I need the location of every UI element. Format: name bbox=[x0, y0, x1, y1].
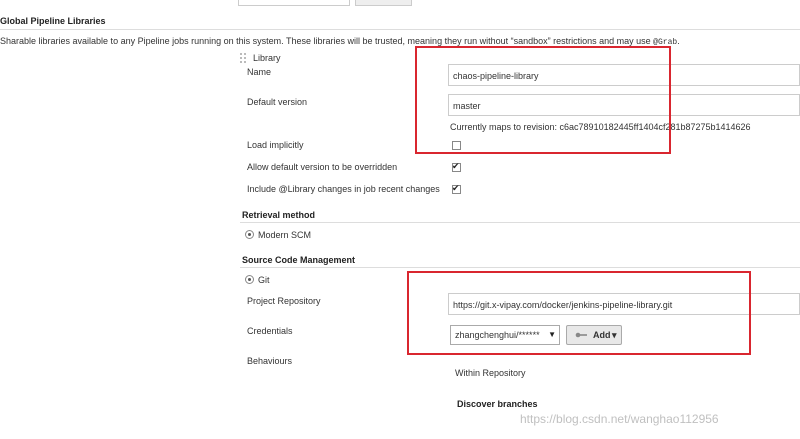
checkmark-icon: ✔ bbox=[452, 183, 460, 193]
behaviours-label: Behaviours bbox=[247, 356, 293, 366]
retrieval-divider bbox=[240, 222, 800, 223]
include-changes-label: Include @Library changes in job recent c… bbox=[247, 184, 440, 194]
modern-scm-radio[interactable] bbox=[245, 230, 254, 239]
checkmark-icon: ✔ bbox=[452, 161, 460, 171]
git-radio[interactable] bbox=[245, 275, 254, 284]
library-header: Library bbox=[253, 53, 281, 63]
credentials-label: Credentials bbox=[247, 326, 293, 336]
scm-divider bbox=[240, 267, 800, 268]
include-changes-checkbox[interactable]: ✔ bbox=[452, 183, 461, 194]
radio-dot-icon bbox=[248, 278, 251, 281]
retrieval-method-heading: Retrieval method bbox=[242, 210, 316, 220]
discover-branches-label: Discover branches bbox=[457, 399, 538, 409]
allow-override-label: Allow default version to be overridden bbox=[247, 162, 398, 172]
highlight-box-repository bbox=[407, 271, 751, 355]
allow-override-checkbox[interactable]: ✔ bbox=[452, 161, 461, 172]
section-title: Global Pipeline Libraries bbox=[0, 16, 106, 26]
load-implicitly-label: Load implicitly bbox=[247, 140, 304, 150]
top-field[interactable] bbox=[238, 0, 350, 6]
scm-heading: Source Code Management bbox=[242, 255, 356, 265]
highlight-box-library bbox=[415, 46, 671, 154]
default-version-label: Default version bbox=[247, 97, 308, 107]
top-button[interactable] bbox=[355, 0, 412, 6]
radio-dot-icon bbox=[248, 233, 251, 236]
git-label: Git bbox=[258, 275, 270, 285]
project-repository-label: Project Repository bbox=[247, 296, 321, 306]
watermark: https://blog.csdn.net/wanghao112956 bbox=[520, 412, 719, 426]
drag-handle-icon[interactable] bbox=[240, 53, 247, 63]
section-description-end: . bbox=[677, 36, 680, 46]
within-repository-label: Within Repository bbox=[455, 368, 526, 378]
name-label: Name bbox=[247, 67, 272, 77]
section-description-text: Sharable libraries available to any Pipe… bbox=[0, 36, 654, 46]
section-divider bbox=[0, 29, 800, 30]
modern-scm-label: Modern SCM bbox=[258, 230, 312, 240]
